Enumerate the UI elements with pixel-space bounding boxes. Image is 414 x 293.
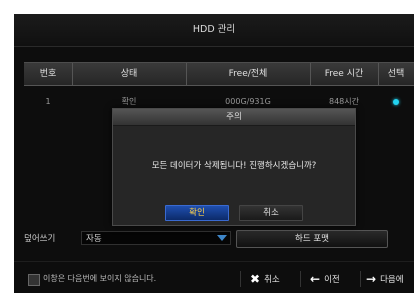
arrow-right-icon: → bbox=[366, 272, 377, 286]
previous-button[interactable]: ← 이전 bbox=[310, 268, 340, 290]
dropdown-arrow-icon[interactable] bbox=[217, 235, 227, 241]
confirm-cancel-button[interactable]: 취소 bbox=[239, 205, 303, 221]
bottom-bar: 이창은 다음번에 보이지 않습니다. ✖ 취소 ← 이전 → 다음에 bbox=[14, 261, 414, 293]
col-header-free-time: Free 시간 bbox=[310, 63, 379, 85]
dont-show-label: 이창은 다음번에 보이지 않습니다. bbox=[43, 274, 157, 283]
row-number: 1 bbox=[45, 97, 51, 106]
close-icon: ✖ bbox=[250, 272, 261, 286]
dont-show-checkbox[interactable] bbox=[28, 274, 40, 286]
arrow-left-icon: ← bbox=[310, 272, 321, 286]
divider bbox=[360, 271, 361, 287]
divider bbox=[300, 271, 301, 287]
next-button-label: 다음에 bbox=[380, 275, 404, 285]
overwrite-label: 덮어쓰기 bbox=[24, 234, 56, 244]
hdd-management-window: HDD 관리 번호 상태 Free/전체 Free 시간 선택 1 확인 000… bbox=[14, 14, 414, 293]
col-header-free-total: Free/전체 bbox=[186, 63, 311, 85]
format-hdd-button[interactable]: 하드 포맷 bbox=[236, 230, 388, 248]
overwrite-select[interactable]: 자동 bbox=[81, 231, 231, 245]
overwrite-row: 덮어쓰기 자동 하드 포맷 bbox=[24, 230, 414, 248]
col-header-select: 선택 bbox=[387, 69, 405, 79]
col-header-status: 상태 bbox=[72, 63, 187, 85]
dialog-title: 주의 bbox=[113, 109, 355, 126]
confirm-ok-button[interactable]: 확인 bbox=[165, 205, 229, 221]
cancel-button-label: 취소 bbox=[264, 275, 280, 285]
divider bbox=[240, 271, 241, 287]
previous-button-label: 이전 bbox=[324, 275, 340, 285]
overwrite-value: 자동 bbox=[86, 234, 102, 244]
row-select[interactable] bbox=[378, 92, 414, 112]
col-header-number: 번호 bbox=[24, 63, 73, 85]
confirm-dialog: 주의 모든 데이터가 삭제됩니다! 진행하시겠습니까? 확인 취소 bbox=[112, 108, 356, 226]
window-title: HDD 관리 bbox=[14, 14, 414, 47]
cancel-button[interactable]: ✖ 취소 bbox=[250, 268, 280, 290]
next-button[interactable]: → 다음에 bbox=[366, 268, 404, 290]
selected-dot-icon[interactable] bbox=[393, 98, 399, 105]
dialog-message: 모든 데이터가 삭제됩니다! 진행하시겠습니까? bbox=[151, 161, 317, 171]
hdd-table-header: 번호 상태 Free/전체 Free 시간 선택 bbox=[24, 62, 414, 86]
